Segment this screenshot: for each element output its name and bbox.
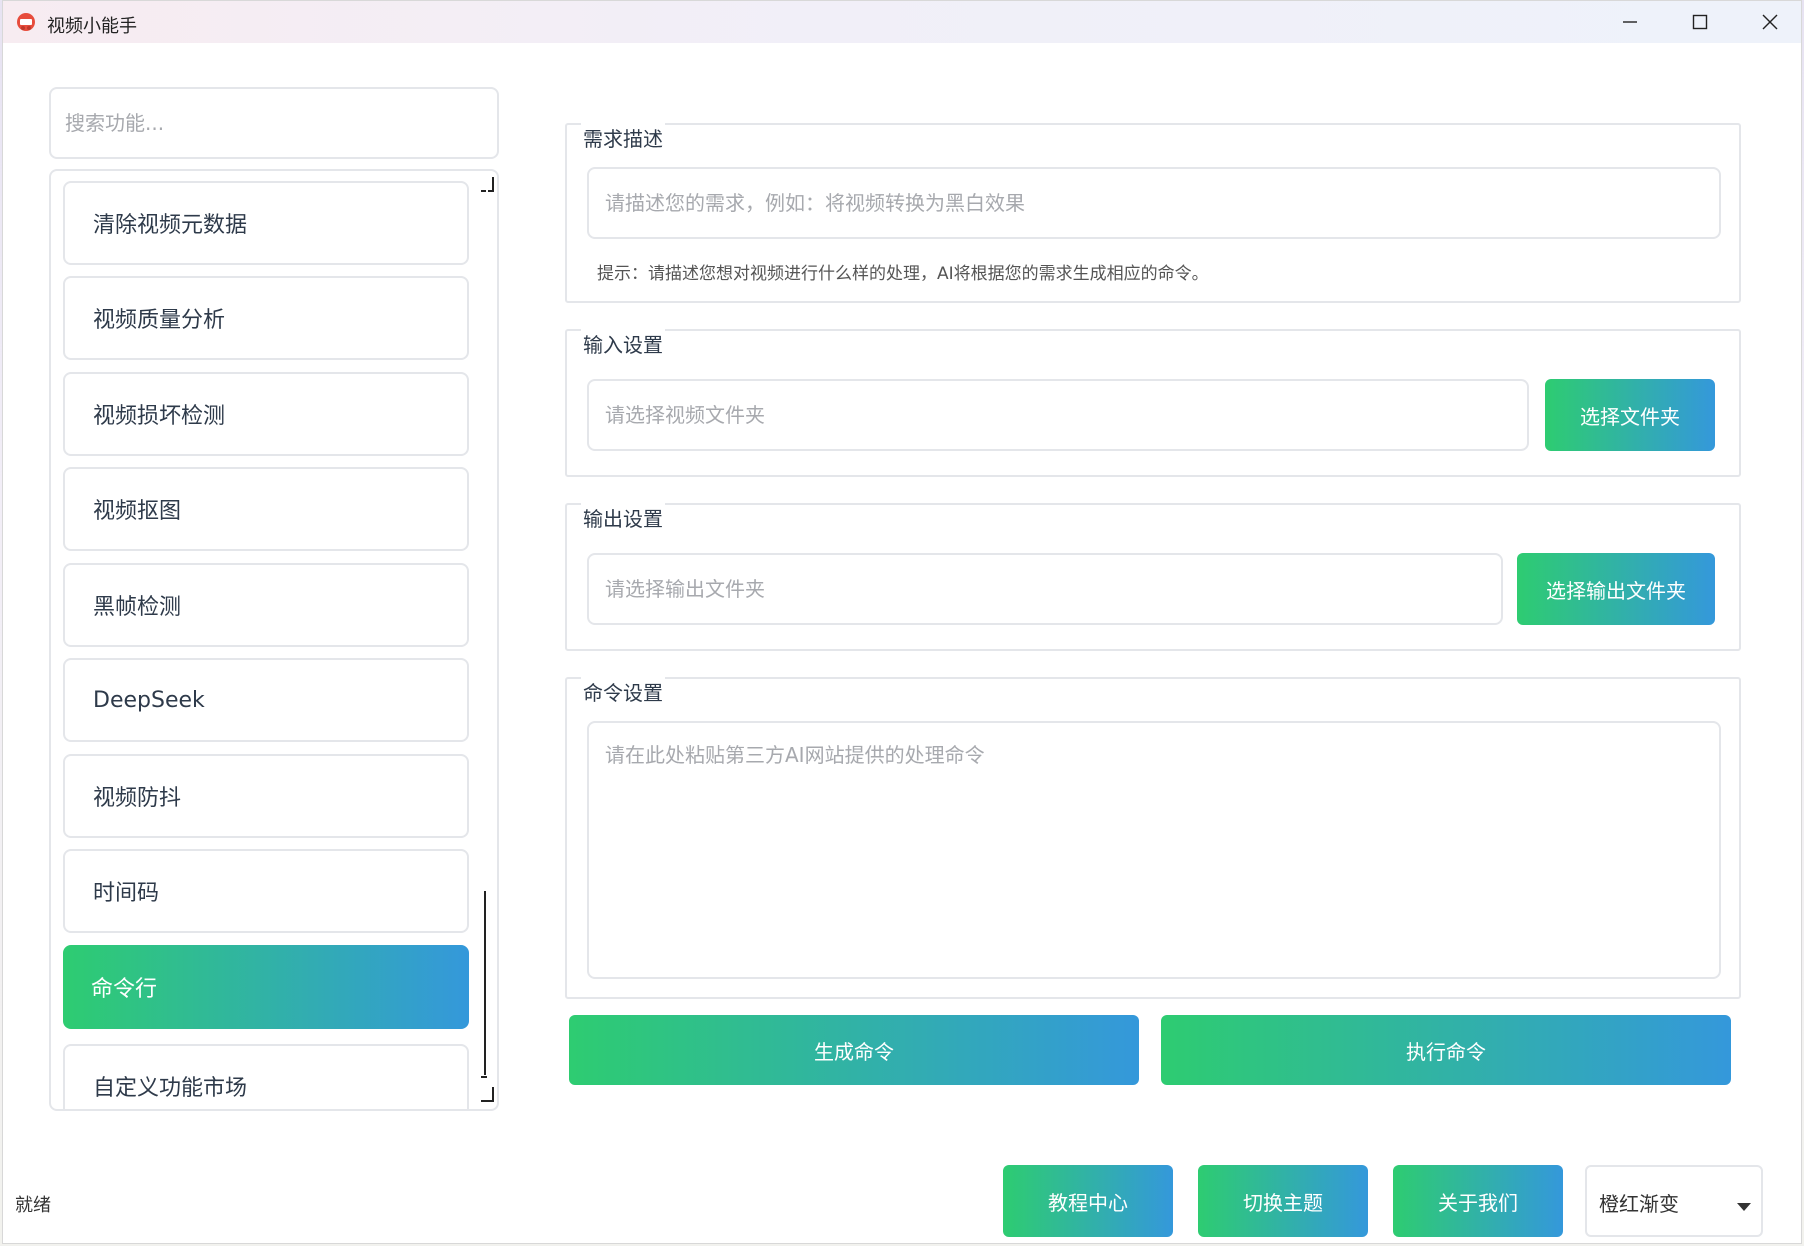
select-folder-button[interactable]: 选择文件夹 <box>1545 379 1715 451</box>
switch-theme-button[interactable]: 切换主题 <box>1198 1165 1368 1237</box>
select-output-folder-button[interactable]: 选择输出文件夹 <box>1517 553 1715 625</box>
maximize-button[interactable] <box>1665 1 1735 43</box>
sidebar-item-custom-market[interactable]: 自定义功能市场 <box>63 1044 469 1109</box>
output-folder-field[interactable] <box>587 553 1503 625</box>
close-icon <box>1762 14 1778 30</box>
about-us-button[interactable]: 关于我们 <box>1393 1165 1563 1237</box>
execute-command-button[interactable]: 执行命令 <box>1161 1015 1731 1085</box>
close-button[interactable] <box>1735 1 1804 43</box>
requirement-input[interactable] <box>587 167 1721 239</box>
window-title: 视频小能手 <box>47 16 137 37</box>
sidebar-item-quality-analysis[interactable]: 视频质量分析 <box>63 276 469 360</box>
command-textarea[interactable] <box>587 721 1721 979</box>
command-settings-group: 命令设置 <box>565 677 1741 999</box>
function-list: 清除视频元数据 视频质量分析 视频损坏检测 视频抠图 黑帧检测 DeepSeek… <box>49 169 499 1111</box>
requirement-title: 需求描述 <box>581 123 665 152</box>
tutorial-center-button[interactable]: 教程中心 <box>1003 1165 1173 1237</box>
sidebar-item-corruption-check[interactable]: 视频损坏检测 <box>63 372 469 456</box>
minimize-icon <box>1623 21 1637 23</box>
search-input[interactable] <box>49 87 499 159</box>
theme-select-value: 橙红渐变 <box>1599 1192 1679 1216</box>
sidebar-item-black-frame[interactable]: 黑帧检测 <box>63 563 469 647</box>
sidebar-item-timecode[interactable]: 时间码 <box>63 849 469 933</box>
command-settings-title: 命令设置 <box>581 677 665 706</box>
sidebar-item-stabilization[interactable]: 视频防抖 <box>63 754 469 838</box>
sidebar-scrollbar[interactable] <box>481 169 497 1111</box>
input-settings-title: 输入设置 <box>581 329 665 358</box>
minimize-button[interactable] <box>1595 1 1665 43</box>
requirement-hint: 提示：请描述您想对视频进行什么样的处理，AI将根据您的需求生成相应的命令。 <box>597 264 1209 284</box>
maximize-icon <box>1692 14 1708 30</box>
app-window: 视频小能手 清除视频元数据 视频质量分析 视频损坏检测 视频抠图 黑帧检测 De… <box>2 0 1802 1244</box>
theme-select[interactable]: 橙红渐变 <box>1585 1165 1763 1237</box>
sidebar-item-matting[interactable]: 视频抠图 <box>63 467 469 551</box>
input-folder-field[interactable] <box>587 379 1529 451</box>
status-text: 就绪 <box>15 1195 51 1216</box>
input-settings-group: 输入设置 选择文件夹 <box>565 329 1741 477</box>
sidebar-item-deepseek[interactable]: DeepSeek <box>63 658 469 742</box>
chevron-down-icon <box>1737 1197 1751 1216</box>
requirement-group: 需求描述 提示：请描述您想对视频进行什么样的处理，AI将根据您的需求生成相应的命… <box>565 123 1741 303</box>
title-bar: 视频小能手 <box>3 1 1801 43</box>
sidebar-item-command-line[interactable]: 命令行 <box>63 945 469 1029</box>
output-settings-title: 输出设置 <box>581 503 665 532</box>
app-logo-icon <box>15 11 37 33</box>
sidebar-item-clear-metadata[interactable]: 清除视频元数据 <box>63 181 469 265</box>
output-settings-group: 输出设置 选择输出文件夹 <box>565 503 1741 651</box>
generate-command-button[interactable]: 生成命令 <box>569 1015 1139 1085</box>
